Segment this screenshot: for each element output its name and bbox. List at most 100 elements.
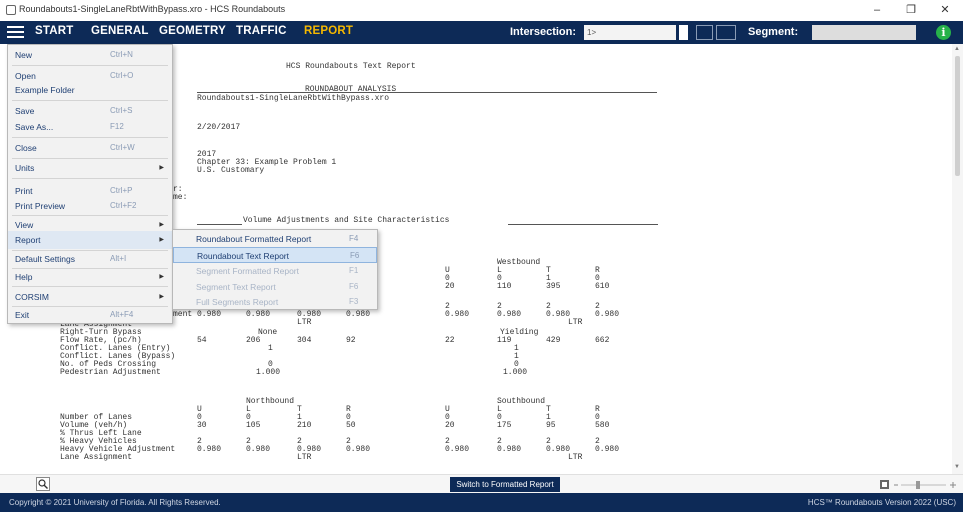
tab-start[interactable]: START xyxy=(35,25,73,37)
info-icon[interactable]: i xyxy=(936,25,951,40)
menu-item-example-folder[interactable]: Example Folder xyxy=(8,81,172,99)
submenu-label: Segment Formatted Report xyxy=(196,266,299,276)
scroll-up-icon[interactable]: ▲ xyxy=(954,46,960,52)
menu-item-label: Units xyxy=(15,163,35,173)
menu-item-label: Save As... xyxy=(15,122,54,132)
chevron-right-icon: ▶ xyxy=(159,294,164,300)
shortcut-label: Alt+F4 xyxy=(110,310,134,319)
menu-item-report[interactable]: Report ▶ xyxy=(8,231,172,249)
divider xyxy=(197,92,657,93)
submenu-segment-formatted-report[interactable]: Segment Formatted Report F1 xyxy=(173,263,377,279)
southbound-header: Southbound xyxy=(497,397,546,406)
wb-hva: 0.980 xyxy=(445,310,470,319)
menu-item-default-settings[interactable]: Default Settings Alt+I xyxy=(8,250,172,268)
eb-ped-adj: 1.000 xyxy=(256,368,281,377)
submenu-label: Segment Text Report xyxy=(196,282,276,292)
app-icon xyxy=(6,5,16,15)
sb-volume: 175 xyxy=(497,421,512,430)
search-icon xyxy=(38,479,48,489)
shortcut-label: Ctrl+W xyxy=(110,143,135,152)
sb-hva: 0.980 xyxy=(497,445,522,454)
minimize-button[interactable]: – xyxy=(860,0,894,21)
tab-report[interactable]: REPORT xyxy=(304,25,353,37)
nb-volume: 105 xyxy=(246,421,261,430)
chevron-right-icon: ▶ xyxy=(159,237,164,243)
nb-volume: 30 xyxy=(197,421,207,430)
zoom-slider-thumb[interactable] xyxy=(916,481,920,489)
sb-lane-assignment: LTR xyxy=(568,453,583,462)
submenu-full-segments-report[interactable]: Full Segments Report F3 xyxy=(173,294,377,310)
eb-lane-assignment: LTR xyxy=(297,318,312,327)
wb-hva: 0.980 xyxy=(546,310,571,319)
nb-lane-assignment: LTR xyxy=(297,453,312,462)
submenu-label: Roundabout Text Report xyxy=(197,251,289,261)
menu-item-label: Open xyxy=(15,71,36,81)
sb-volume: 580 xyxy=(595,421,610,430)
menu-item-save-as[interactable]: Save As... F12 xyxy=(8,118,172,136)
chevron-right-icon: ▶ xyxy=(159,274,164,280)
shortcut-label: F3 xyxy=(349,297,359,306)
shortcut-label: Ctrl+O xyxy=(110,71,134,80)
status-footer: Copyright © 2021 University of Florida. … xyxy=(0,493,963,512)
intersection-nav-button[interactable] xyxy=(716,25,736,40)
next-intersection-button[interactable] xyxy=(696,25,713,40)
window-title: Roundabouts1-SingleLaneRbtWithBypass.xro… xyxy=(19,4,286,14)
menu-item-print-preview[interactable]: Print Preview Ctrl+F2 xyxy=(8,197,172,215)
shortcut-label: Ctrl+S xyxy=(110,106,133,115)
menu-item-label: View xyxy=(15,220,34,230)
tab-general[interactable]: GENERAL xyxy=(91,25,149,37)
wb-hva: 0.980 xyxy=(497,310,522,319)
wb-hva: 0.980 xyxy=(595,310,620,319)
tab-geometry[interactable]: GEOMETRY xyxy=(159,25,226,37)
maximize-button[interactable]: ❐ xyxy=(894,0,928,21)
shortcut-label: Ctrl+N xyxy=(110,50,133,59)
eb-flow: 54 xyxy=(197,336,207,345)
vertical-scrollbar[interactable]: ▲ ▼ xyxy=(952,44,963,474)
wb-ped-adj: 1.000 xyxy=(503,368,528,377)
eb-flow: 206 xyxy=(246,336,261,345)
intersection-dropdown-icon[interactable] xyxy=(679,25,688,40)
menu-separator xyxy=(12,137,168,138)
menu-item-label: Save xyxy=(15,106,35,116)
segment-select[interactable] xyxy=(812,25,916,40)
nb-volume: 50 xyxy=(346,421,356,430)
tab-traffic[interactable]: TRAFFIC xyxy=(236,25,287,37)
northbound-header: Northbound xyxy=(246,397,295,406)
wb-flow: 429 xyxy=(546,336,561,345)
report-toolbar: Switch to Formatted Report xyxy=(0,474,963,494)
menu-item-new[interactable]: New Ctrl+N xyxy=(8,46,172,64)
menu-item-corsim[interactable]: CORSIM ▶ xyxy=(8,288,172,306)
file-name: Roundabouts1-SingleLaneRbtWithBypass.xro xyxy=(197,94,390,103)
shortcut-label: F6 xyxy=(349,282,359,291)
scroll-down-icon[interactable]: ▼ xyxy=(954,464,960,470)
wb-flow: 119 xyxy=(497,336,512,345)
shortcut-label: Ctrl+P xyxy=(110,186,133,195)
eb-flow: 92 xyxy=(346,336,356,345)
menu-item-close[interactable]: Close Ctrl+W xyxy=(8,139,172,157)
wb-flow: 22 xyxy=(445,336,455,345)
menu-item-label: Print Preview xyxy=(15,201,66,211)
eb-hva: 0.980 xyxy=(346,310,371,319)
wb-volume: 395 xyxy=(546,282,561,291)
menu-item-exit[interactable]: Exit Alt+F4 xyxy=(8,306,172,324)
submenu-label: Roundabout Formatted Report xyxy=(196,234,312,244)
eb-flow: 304 xyxy=(297,336,312,345)
menu-item-units[interactable]: Units ▶ xyxy=(8,159,172,177)
menu-item-label: Report xyxy=(15,235,41,245)
sb-volume: 95 xyxy=(546,421,556,430)
hamburger-menu-icon[interactable] xyxy=(7,26,24,40)
submenu-roundabout-text-report[interactable]: Roundabout Text Report F6 xyxy=(173,247,377,263)
submenu-roundabout-formatted-report[interactable]: Roundabout Formatted Report F4 xyxy=(173,231,377,247)
intersection-select[interactable]: 1> xyxy=(584,25,676,40)
shortcut-label: F6 xyxy=(350,251,360,260)
submenu-label: Full Segments Report xyxy=(196,297,279,307)
menu-item-help[interactable]: Help ▶ xyxy=(8,268,172,286)
scroll-thumb[interactable] xyxy=(955,56,960,176)
menu-item-label: Close xyxy=(15,143,37,153)
close-button[interactable]: ✕ xyxy=(928,0,962,21)
search-button[interactable] xyxy=(36,477,50,491)
switch-to-formatted-report-button[interactable]: Switch to Formatted Report xyxy=(450,477,560,492)
units: U.S. Customary xyxy=(197,166,265,175)
submenu-segment-text-report[interactable]: Segment Text Report F6 xyxy=(173,279,377,295)
divider xyxy=(508,224,658,225)
